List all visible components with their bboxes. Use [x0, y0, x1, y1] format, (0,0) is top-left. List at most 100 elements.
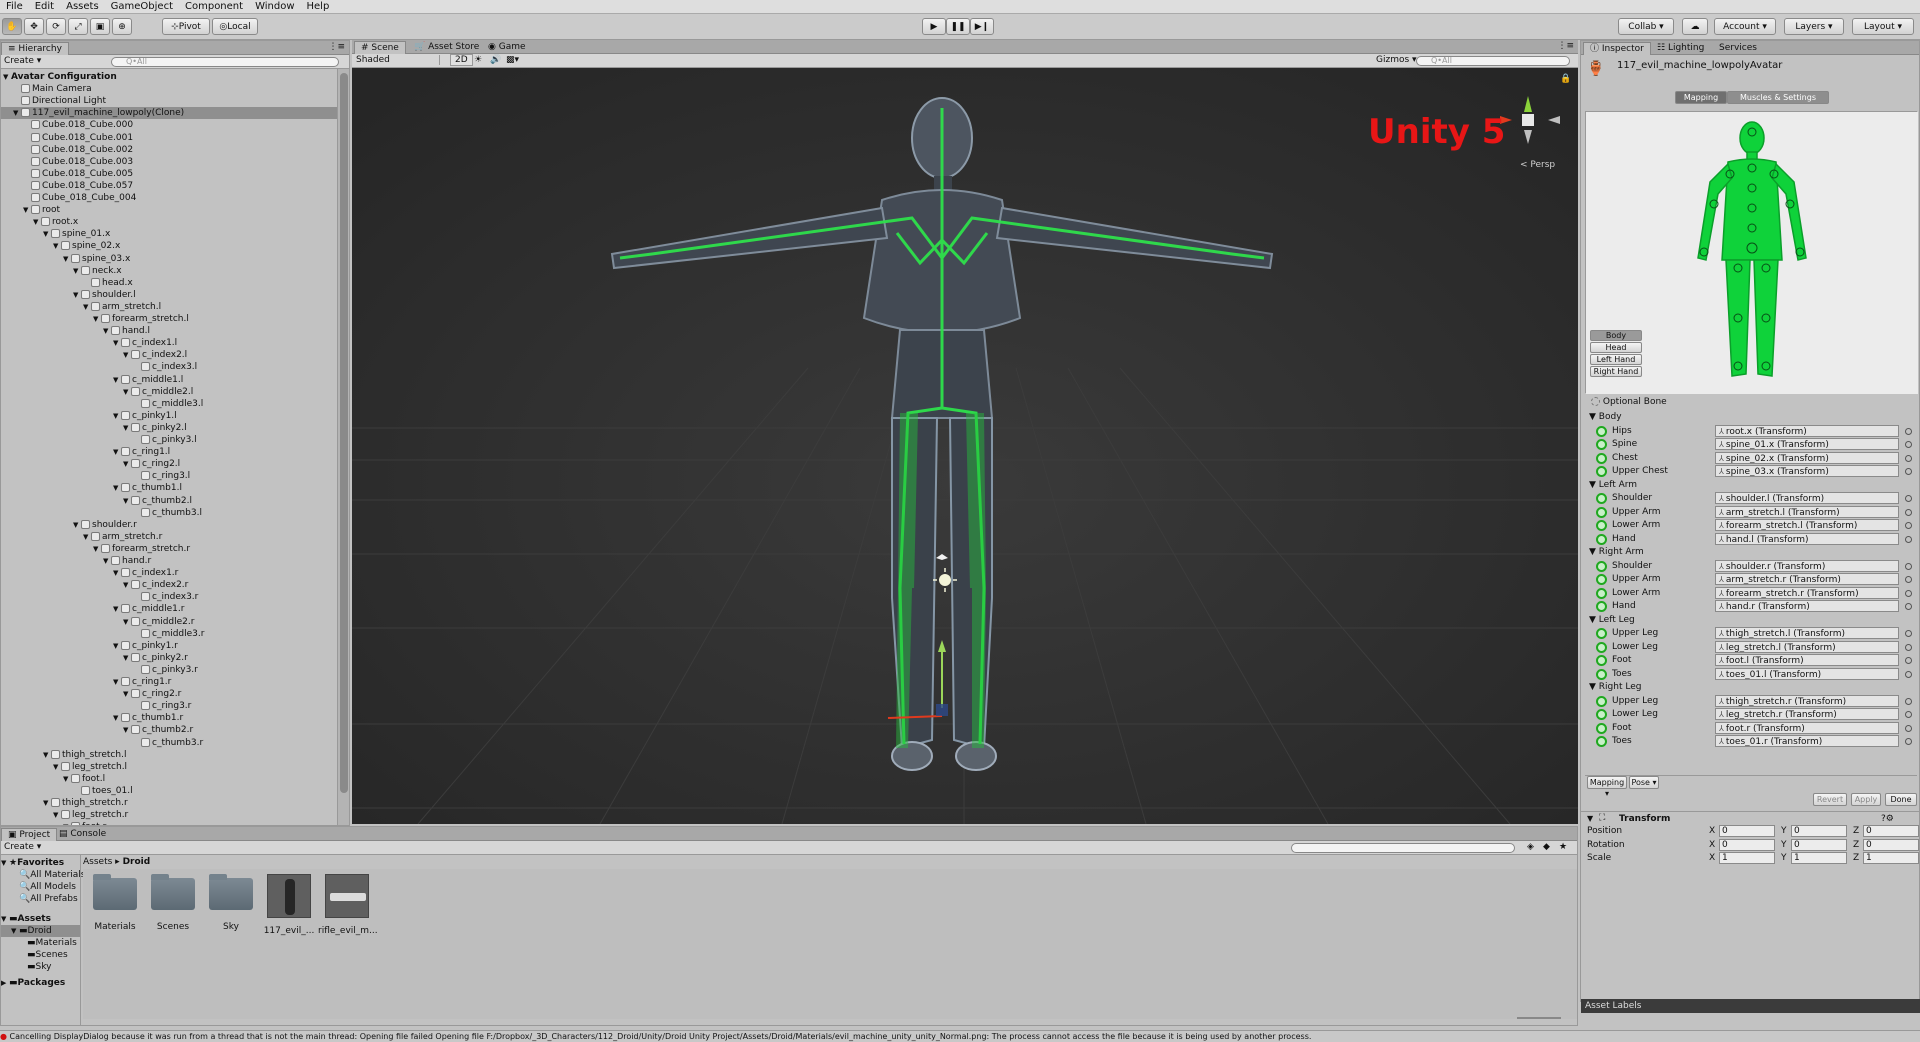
tab-console[interactable]: ▤ Console	[53, 828, 112, 841]
bone-status-icon[interactable]	[1596, 641, 1607, 653]
layout-dropdown[interactable]: Layout ▾	[1852, 18, 1914, 35]
hierarchy-item[interactable]: c_index3.l	[1, 361, 197, 373]
object-picker-icon[interactable]	[1905, 468, 1912, 475]
hierarchy-item[interactable]: ▼ c_ring1.r	[1, 676, 171, 688]
bone-transform-field[interactable]: thigh_stretch.l (Transform)	[1715, 627, 1899, 639]
expand-arrow-icon[interactable]: ▼	[43, 797, 51, 809]
menu-edit[interactable]: Edit	[29, 1, 60, 12]
local-toggle[interactable]: ◎ Local	[212, 18, 258, 35]
bone-status-icon[interactable]	[1596, 736, 1607, 747]
expand-arrow-icon[interactable]: ▼	[113, 640, 121, 652]
expand-arrow-icon[interactable]: ▼	[53, 761, 61, 773]
hierarchy-item[interactable]: ▼ c_middle2.r	[1, 616, 194, 628]
bone-transform-field[interactable]: hand.l (Transform)	[1715, 532, 1899, 545]
asset-labels-bar[interactable]: Asset Labels	[1581, 999, 1920, 1013]
transform-x-input[interactable]: 1	[1719, 852, 1775, 864]
expand-arrow-icon[interactable]: ▼	[123, 652, 131, 664]
hierarchy-item[interactable]: ▼ neck.x	[1, 265, 122, 277]
hierarchy-item[interactable]: ▼ c_thumb1.l	[1, 482, 182, 494]
hierarchy-item[interactable]: ▼ c_thumb1.r	[1, 712, 183, 724]
hierarchy-item[interactable]: c_pinky3.l	[1, 434, 197, 446]
expand-arrow-icon[interactable]: ▼	[113, 482, 121, 494]
collab-dropdown[interactable]: Collab ▾	[1618, 18, 1674, 35]
hierarchy-item[interactable]: ▼ root	[1, 204, 60, 216]
transform-z-input[interactable]: 0	[1863, 825, 1919, 837]
revert-button[interactable]: Revert	[1813, 793, 1847, 806]
scale-tool-button[interactable]: ⤢	[68, 18, 88, 35]
tab-asset-store[interactable]: 🛒 Asset Store	[408, 41, 485, 54]
hierarchy-item[interactable]: ▼ c_index1.r	[1, 567, 178, 579]
hierarchy-item[interactable]: ▼ forearm_stretch.l	[1, 313, 189, 325]
filter-type-icon[interactable]: ◈	[1527, 842, 1534, 852]
effects-dropdown-icon[interactable]: ▩▾	[506, 55, 519, 65]
menu-window[interactable]: Window	[249, 1, 300, 12]
hierarchy-item[interactable]: c_ring3.l	[1, 470, 190, 482]
hierarchy-item[interactable]: ▼ spine_02.x	[1, 240, 120, 252]
expand-arrow-icon[interactable]: ▼	[113, 374, 121, 386]
rotate-tool-button[interactable]: ⟳	[46, 18, 66, 35]
folder-scenes[interactable]: ▬Scenes	[27, 949, 68, 961]
object-picker-icon[interactable]	[1905, 522, 1912, 529]
favorite-star-icon[interactable]: ★	[1559, 842, 1567, 852]
tab-project[interactable]: ▣ Project	[1, 828, 58, 841]
bone-transform-field[interactable]: leg_stretch.r (Transform)	[1715, 708, 1899, 720]
bone-status-icon[interactable]	[1596, 722, 1607, 734]
hierarchy-item[interactable]: ▼ c_index2.r	[1, 579, 188, 591]
transform-fold-arrow[interactable]: ▼	[1587, 814, 1593, 823]
hierarchy-item[interactable]: ▼ c_ring2.r	[1, 688, 181, 700]
bone-transform-field[interactable]: leg_stretch.l (Transform)	[1715, 640, 1899, 653]
asset-folder-sky[interactable]: Sky	[202, 874, 260, 932]
expand-arrow-icon[interactable]: ▼	[83, 301, 91, 313]
expand-arrow-icon[interactable]: ▼	[23, 204, 31, 216]
bone-status-icon[interactable]	[1596, 466, 1607, 477]
object-picker-icon[interactable]	[1905, 562, 1912, 570]
hierarchy-item[interactable]: ▼ c_ring1.l	[1, 446, 170, 458]
transform-z-input[interactable]: 1	[1863, 852, 1919, 864]
bone-transform-field[interactable]: foot.l (Transform)	[1715, 654, 1899, 666]
expand-arrow-icon[interactable]: ▼	[103, 325, 111, 337]
object-picker-icon[interactable]	[1905, 670, 1912, 678]
favorite-all-prefabs[interactable]: 🔍All Prefabs	[19, 893, 78, 905]
bone-transform-field[interactable]: spine_02.x (Transform)	[1715, 451, 1899, 464]
favorite-all-materials[interactable]: 🔍All Materials	[19, 869, 86, 881]
hierarchy-item[interactable]: ▼ c_pinky1.r	[1, 640, 178, 652]
hierarchy-item[interactable]: ▼ c_ring2.l	[1, 458, 180, 470]
packages-header[interactable]: ▶ ▬Packages	[1, 977, 65, 989]
hierarchy-item[interactable]: ▼ Avatar Configuration	[1, 71, 117, 83]
expand-arrow-icon[interactable]: ▼	[113, 603, 121, 615]
hierarchy-item[interactable]: ▼ c_thumb2.l	[1, 495, 192, 507]
pivot-toggle[interactable]: ⊹ Pivot	[162, 18, 210, 35]
avatar-body-diagram[interactable]: Body Head Left Hand Right Hand	[1585, 111, 1918, 394]
hierarchy-item[interactable]: ▼ spine_03.x	[1, 253, 130, 265]
move-tool-button[interactable]: ✥	[24, 18, 44, 35]
hierarchy-item[interactable]: ▼ thigh_stretch.l	[1, 749, 126, 761]
expand-arrow-icon[interactable]: ▼	[113, 337, 121, 349]
hierarchy-item[interactable]: c_middle3.l	[1, 398, 203, 410]
bone-transform-field[interactable]: arm_stretch.l (Transform)	[1715, 505, 1899, 518]
expand-arrow-icon[interactable]: ▼	[83, 531, 91, 543]
hierarchy-item[interactable]: ▼ spine_01.x	[1, 228, 110, 240]
bone-status-icon[interactable]	[1596, 533, 1607, 545]
hierarchy-item[interactable]: ▼ c_thumb2.r	[1, 724, 193, 736]
hierarchy-item[interactable]: ▼ leg_stretch.r	[1, 809, 128, 821]
hierarchy-item[interactable]: ▼ c_pinky2.l	[1, 422, 187, 434]
bone-status-icon[interactable]	[1596, 668, 1607, 680]
expand-arrow-icon[interactable]: ▼	[123, 616, 131, 628]
tab-scene[interactable]: # Scene	[354, 41, 406, 54]
expand-arrow-icon[interactable]: ▼	[93, 313, 101, 325]
hierarchy-item[interactable]: toes_01.l	[1, 785, 133, 797]
scene-panel-menu-icon[interactable]: ⋮≡	[1557, 41, 1574, 51]
expand-arrow-icon[interactable]: ▼	[113, 676, 121, 688]
expand-arrow-icon[interactable]: ▼	[3, 71, 11, 83]
hierarchy-item[interactable]: ▼ c_index2.l	[1, 349, 187, 361]
project-create-dropdown[interactable]: Create ▾	[4, 842, 41, 852]
bone-status-icon[interactable]	[1596, 587, 1607, 599]
expand-arrow-icon[interactable]: ▼	[123, 386, 131, 398]
bone-transform-field[interactable]: thigh_stretch.r (Transform)	[1715, 694, 1899, 707]
hierarchy-item[interactable]: ▼ c_pinky2.r	[1, 652, 188, 664]
object-picker-icon[interactable]	[1905, 535, 1912, 543]
hierarchy-item[interactable]: Cube.018_Cube.005	[1, 168, 133, 180]
object-picker-icon[interactable]	[1905, 454, 1912, 462]
expand-arrow-icon[interactable]: ▼	[63, 773, 71, 785]
hand-tool-button[interactable]: ✋	[2, 18, 22, 35]
